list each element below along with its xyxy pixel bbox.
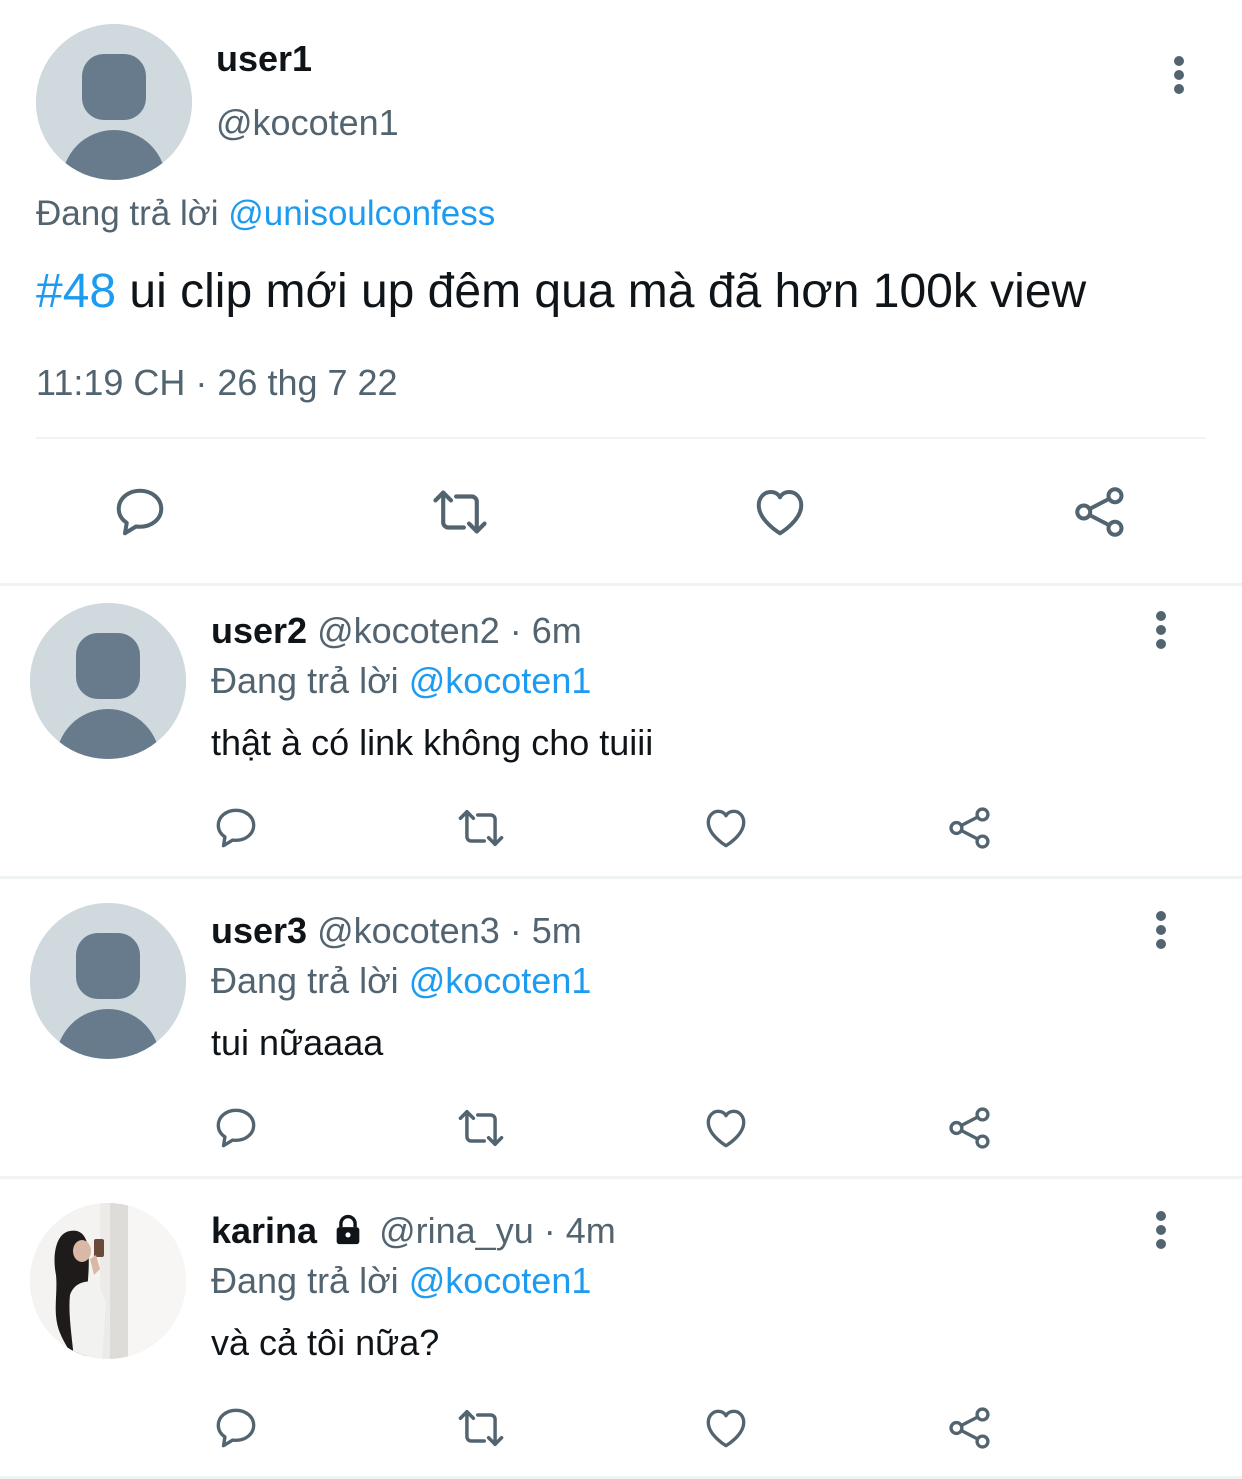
reply-handle[interactable]: @kocoten3 (317, 910, 500, 951)
reply-replying-line: Đang trả lời @kocoten1 (211, 1260, 591, 1302)
main-tweet-timestamp[interactable]: 11:19 CH · 26 thg 7 22 (36, 362, 398, 404)
section-divider (0, 583, 1242, 586)
reply-icon (216, 808, 256, 848)
share-icon (949, 1107, 990, 1149)
more-vertical-icon (1156, 1211, 1166, 1249)
reply-time: · 6m (499, 610, 582, 651)
like-button[interactable] (698, 1100, 754, 1156)
reply-text: và cả tôi nữa? (211, 1322, 440, 1363)
reply-handle[interactable]: @kocoten2 (317, 610, 500, 651)
main-tweet-more-button[interactable] (1159, 45, 1199, 105)
reply-replying-line: Đang trả lời @kocoten1 (211, 960, 591, 1002)
main-tweet-text: #48 ui clip mới up đêm qua mà đã hơn 100… (36, 264, 1086, 319)
reply-more-button[interactable] (1141, 900, 1181, 960)
like-button[interactable] (698, 1400, 754, 1456)
more-vertical-icon (1156, 611, 1166, 649)
share-button[interactable] (942, 800, 998, 856)
share-icon (1075, 487, 1124, 537)
hashtag-link[interactable]: #48 (36, 265, 116, 318)
main-tweet-display-name[interactable]: user1 (216, 38, 312, 80)
reply-header: user3 @kocoten3 · 5m (211, 910, 582, 952)
replying-prefix: Đang trả lời (211, 660, 399, 701)
main-tweet-avatar[interactable] (36, 24, 192, 180)
retweet-button[interactable] (426, 478, 494, 546)
retweet-button[interactable] (453, 1100, 509, 1156)
reply-button[interactable] (208, 1100, 264, 1156)
replying-prefix: Đang trả lời (211, 960, 399, 1001)
section-divider (0, 876, 1242, 879)
tweet-body: ui clip mới up đêm qua mà đã hơn 100k vi… (116, 265, 1087, 318)
default-avatar-icon (30, 603, 186, 759)
default-avatar-icon (30, 903, 186, 1059)
retweet-button[interactable] (453, 1400, 509, 1456)
replying-to-link[interactable]: @unisoulconfess (228, 194, 495, 233)
reply-replying-line: Đang trả lời @kocoten1 (211, 660, 591, 702)
share-icon (949, 807, 990, 849)
share-button[interactable] (942, 1100, 998, 1156)
profile-photo-avatar (30, 1203, 186, 1359)
reply-icon (216, 1408, 256, 1448)
like-button[interactable] (746, 478, 814, 546)
more-vertical-icon (1156, 911, 1166, 949)
default-avatar-icon (36, 24, 192, 180)
reply-button[interactable] (106, 478, 174, 546)
reply-button[interactable] (208, 800, 264, 856)
reply-more-button[interactable] (1141, 600, 1181, 660)
reply-icon (116, 488, 164, 536)
reply-avatar[interactable] (30, 1203, 186, 1359)
like-icon (706, 1109, 746, 1148)
like-icon (706, 1409, 746, 1448)
reply-text: tui nữaaaa (211, 1022, 384, 1063)
replying-to-link[interactable]: @kocoten1 (409, 660, 592, 701)
reply-text: thật à có link không cho tuiii (211, 722, 654, 763)
main-tweet-handle[interactable]: @kocoten1 (216, 102, 399, 144)
reply-handle[interactable]: @rina_yu (379, 1210, 534, 1251)
reply-time: · 5m (499, 910, 582, 951)
more-vertical-icon (1174, 56, 1184, 94)
retweet-icon (458, 1410, 504, 1446)
reply-display-name[interactable]: karina (211, 1210, 317, 1251)
retweet-icon (458, 810, 504, 846)
reply-icon (216, 1108, 256, 1148)
like-button[interactable] (698, 800, 754, 856)
section-divider (0, 1176, 1242, 1179)
lock-icon (336, 1214, 360, 1245)
like-icon (756, 490, 804, 536)
reply-display-name[interactable]: user2 (211, 610, 307, 651)
retweet-button[interactable] (453, 800, 509, 856)
replying-to-link[interactable]: @kocoten1 (409, 1260, 592, 1301)
reply-button[interactable] (208, 1400, 264, 1456)
reply-avatar[interactable] (30, 603, 186, 759)
like-icon (706, 809, 746, 848)
replying-to-link[interactable]: @kocoten1 (409, 960, 592, 1001)
main-tweet-replying-line: Đang trả lời @unisoulconfess (36, 194, 495, 234)
reply-header: user2 @kocoten2 · 6m (211, 610, 582, 652)
share-button[interactable] (942, 1400, 998, 1456)
reply-more-button[interactable] (1141, 1200, 1181, 1260)
retweet-icon (433, 490, 487, 534)
replying-prefix: Đang trả lời (36, 194, 219, 233)
reply-header: karina @rina_yu · 4m (211, 1210, 616, 1252)
main-tweet-separator (36, 437, 1206, 439)
reply-time: · 4m (533, 1210, 616, 1251)
share-icon (949, 1407, 990, 1449)
share-button[interactable] (1066, 478, 1134, 546)
retweet-icon (458, 1110, 504, 1146)
reply-avatar[interactable] (30, 903, 186, 1059)
reply-display-name[interactable]: user3 (211, 910, 307, 951)
replying-prefix: Đang trả lời (211, 1260, 399, 1301)
